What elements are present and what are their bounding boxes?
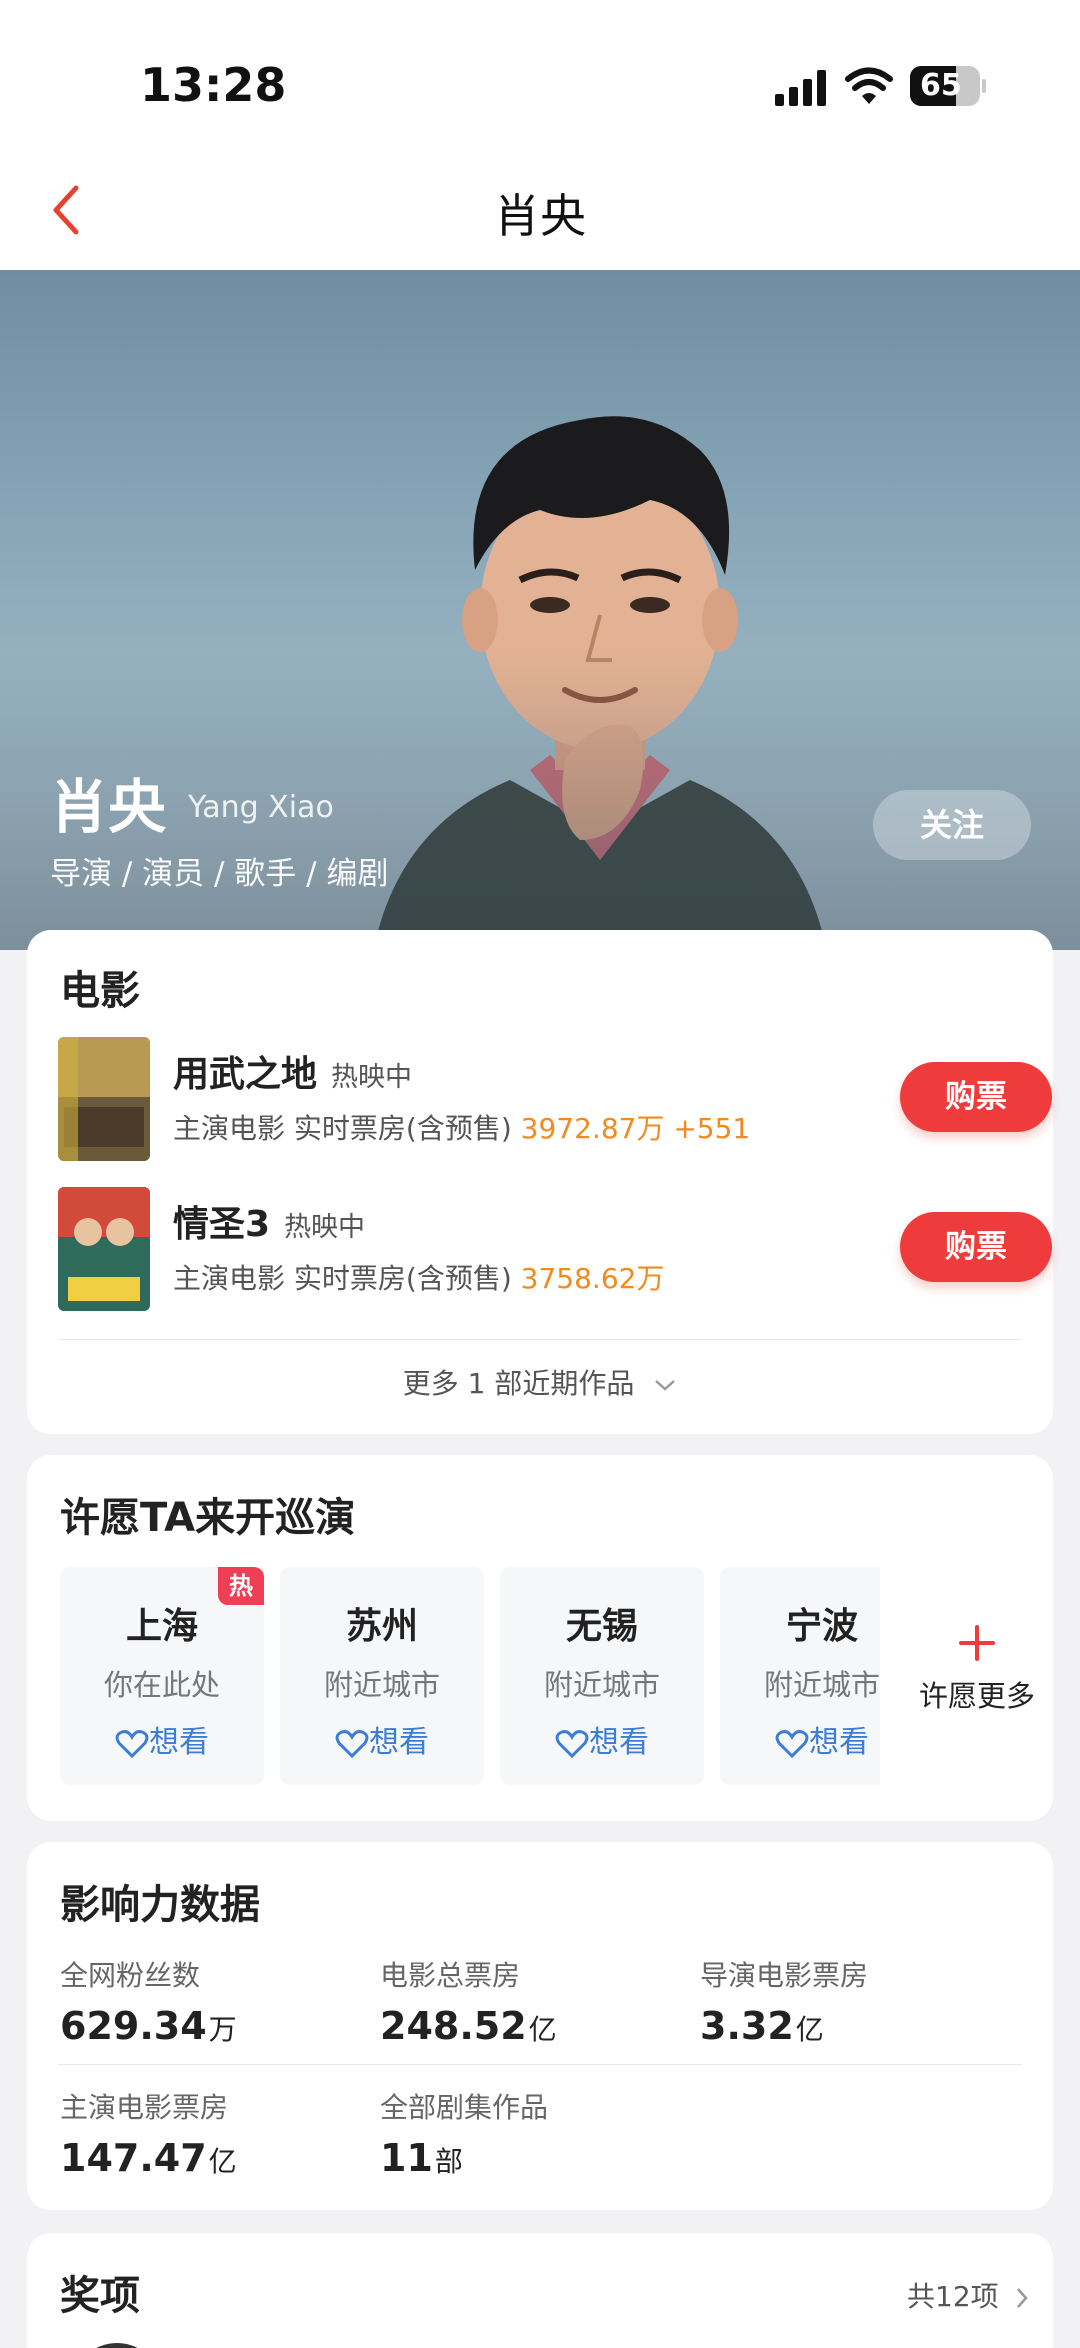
heart-plus-icon: [335, 1729, 369, 1758]
stats-section-title: 影响力数据: [60, 1882, 260, 1928]
film-poster[interactable]: [58, 1187, 150, 1311]
more-works-link[interactable]: 更多 1 部近期作品: [27, 1362, 1053, 1402]
person-roles: 导演 / 演员 / 歌手 / 编剧: [50, 856, 389, 892]
page-title: 肖央: [494, 189, 586, 243]
status-bar: 13:28 65: [0, 0, 1080, 150]
battery-icon: 65: [910, 66, 986, 106]
film-item[interactable]: 情圣3 热映中 主演电影 实时票房(含预售) 3758.62万 购票: [58, 1187, 1052, 1313]
city-name: 苏州: [345, 1606, 418, 1647]
stat-series-works: 全部剧集作品 11部: [380, 2091, 549, 2180]
wish-more-label: 许愿更多: [918, 1679, 1035, 1713]
award-thumbnail[interactable]: [72, 2343, 162, 2348]
film-title: 情圣3 热映中: [173, 1204, 366, 1245]
person-english-name: Yang Xiao: [188, 790, 334, 825]
chevron-down-icon: [655, 1380, 676, 1391]
stat-fans: 全网粉丝数 629.34万: [60, 1959, 237, 2048]
film-box-office: 3972.87万 +551: [520, 1112, 751, 1145]
city-card-ningbo[interactable]: 宁波 附近城市 想看: [720, 1567, 880, 1785]
stat-total-box-office: 电影总票房 248.52亿: [380, 1959, 557, 2048]
city-name: 宁波: [785, 1606, 858, 1647]
city-subtitle: 附近城市: [763, 1668, 880, 1702]
person-name: 肖央: [50, 773, 167, 841]
want-to-see-button[interactable]: 想看: [60, 1717, 264, 1761]
film-status: 热映中: [284, 1212, 366, 1243]
heart-plus-icon: [775, 1729, 809, 1758]
awards-section: 奖项 共12项: [27, 2233, 1053, 2348]
awards-section-title: 奖项: [60, 2273, 140, 2319]
follow-button[interactable]: 关注: [873, 790, 1031, 860]
awards-count-link[interactable]: 共12项: [907, 2275, 1030, 2315]
profile-hero: 肖央 Yang Xiao 导演 / 演员 / 歌手 / 编剧 关注: [0, 270, 1080, 950]
stat-director-box-office: 导演电影票房 3.32亿: [700, 1959, 869, 2048]
heart-plus-icon: [115, 1729, 149, 1758]
tour-section-title: 许愿TA来开巡演: [60, 1495, 356, 1541]
film-meta: 主演电影 实时票房(含预售) 3758.62万: [173, 1262, 665, 1295]
battery-level-text: 65: [920, 68, 962, 103]
film-poster[interactable]: [58, 1037, 150, 1161]
nav-bar: 肖央: [0, 150, 1080, 270]
city-card-shanghai[interactable]: 热 上海 你在此处 想看: [60, 1567, 264, 1785]
city-card-wuxi[interactable]: 无锡 附近城市 想看: [500, 1567, 704, 1785]
influence-stats-section: 影响力数据 全网粉丝数 629.34万 电影总票房 248.52亿 导演电影票房…: [27, 1842, 1053, 2210]
divider: [58, 2064, 1022, 2065]
status-time: 13:28: [140, 58, 287, 112]
stat-lead-box-office: 主演电影票房 147.47亿: [60, 2091, 237, 2180]
chevron-right-icon: [1016, 2288, 1028, 2308]
want-to-see-button[interactable]: 想看: [500, 1717, 704, 1761]
film-title: 用武之地 热映中: [173, 1054, 413, 1095]
city-subtitle: 附近城市: [323, 1668, 440, 1702]
film-item[interactable]: 用武之地 热映中 主演电影 实时票房(含预售) 3972.87万 +551 购票: [58, 1037, 1052, 1163]
plus-icon: [959, 1625, 995, 1661]
city-subtitle: 你在此处: [103, 1668, 220, 1702]
films-section: 电影 用武之地 热映中 主演电影 实时票房(含预售) 3972.87万 +551 …: [27, 930, 1053, 1434]
films-section-title: 电影: [60, 968, 140, 1014]
city-card-suzhou[interactable]: 苏州 附近城市 想看: [280, 1567, 484, 1785]
film-meta: 主演电影 实时票房(含预售) 3972.87万 +551: [173, 1112, 751, 1145]
city-name: 无锡: [565, 1606, 638, 1647]
buy-ticket-button[interactable]: 购票: [900, 1212, 1052, 1282]
city-subtitle: 附近城市: [543, 1668, 660, 1702]
want-to-see-button[interactable]: 想看: [720, 1717, 880, 1761]
wish-more-button[interactable]: 许愿更多: [907, 1623, 1047, 1715]
divider: [58, 1339, 1022, 1340]
heart-plus-icon: [555, 1729, 589, 1758]
film-box-office: 3758.62万: [520, 1262, 665, 1295]
buy-ticket-button[interactable]: 购票: [900, 1062, 1052, 1132]
city-name: 上海: [125, 1606, 198, 1647]
cellular-signal-icon: [775, 70, 826, 106]
want-to-see-button[interactable]: 想看: [280, 1717, 484, 1761]
tour-wish-section: 许愿TA来开巡演 热 上海 你在此处 想看 苏州 附近城市 想看 无锡 附近城市…: [27, 1455, 1053, 1821]
film-status: 热映中: [331, 1062, 413, 1093]
wifi-icon: [845, 67, 893, 104]
